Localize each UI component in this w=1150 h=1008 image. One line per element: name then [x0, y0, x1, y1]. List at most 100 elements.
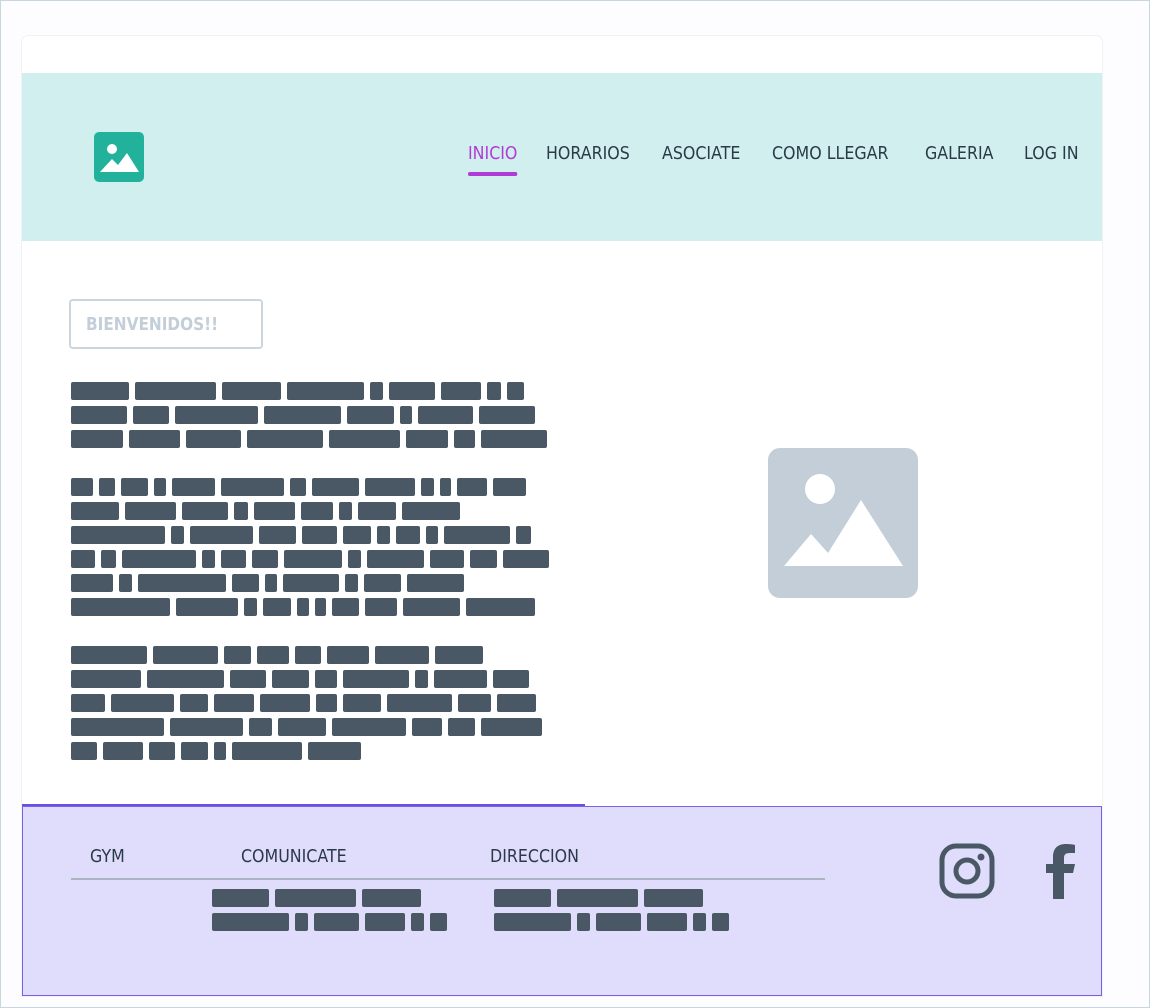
redacted-word — [557, 889, 638, 907]
redacted-word — [693, 913, 706, 931]
redacted-word — [186, 430, 241, 448]
redacted-word — [71, 502, 119, 520]
redacted-word — [190, 526, 253, 544]
redacted-word — [122, 550, 196, 568]
redacted-word — [101, 550, 116, 568]
redacted-word — [343, 694, 381, 712]
redacted-word — [212, 913, 289, 931]
redacted-word — [358, 502, 396, 520]
redacted-word — [283, 574, 339, 592]
redacted-word — [295, 646, 321, 664]
redacted-word — [224, 646, 251, 664]
redacted-word — [315, 670, 337, 688]
welcome-button-label: BIENVENIDOS!! — [86, 313, 219, 335]
redacted-word — [99, 478, 115, 496]
site-header: INICIO HORARIOS ASOCIATE COMO LLEGAR GAL… — [22, 73, 1102, 241]
text-line — [71, 523, 549, 547]
redacted-word — [387, 694, 452, 712]
redacted-word — [221, 550, 246, 568]
redacted-word — [180, 694, 208, 712]
redacted-word — [312, 478, 359, 496]
text-line — [71, 643, 542, 667]
redacted-word — [411, 913, 424, 931]
redacted-word — [348, 550, 361, 568]
redacted-word — [507, 382, 524, 400]
redacted-word — [406, 430, 448, 448]
footer-contact-text — [212, 886, 447, 934]
redacted-word — [259, 526, 296, 544]
redacted-word — [435, 646, 483, 664]
nav-item-asociate[interactable]: ASOCIATE — [662, 143, 740, 176]
redacted-word — [400, 406, 412, 424]
redacted-word — [257, 646, 289, 664]
redacted-word — [244, 598, 257, 616]
text-line — [71, 667, 542, 691]
welcome-button[interactable]: BIENVENIDOS!! — [69, 299, 263, 349]
redacted-word — [577, 913, 590, 931]
redacted-word — [264, 406, 341, 424]
redacted-word — [364, 574, 401, 592]
nav-item-como-llegar[interactable]: COMO LLEGAR — [772, 143, 888, 176]
nav-item-log-in[interactable]: LOG IN — [1024, 143, 1079, 176]
redacted-word — [290, 478, 306, 496]
redacted-word — [295, 913, 308, 931]
text-line — [212, 886, 447, 910]
redacted-word — [275, 889, 356, 907]
redacted-word — [362, 889, 421, 907]
redacted-word — [466, 598, 535, 616]
text-line — [71, 571, 549, 595]
text-line — [71, 475, 549, 499]
redacted-word — [516, 526, 531, 544]
redacted-word — [71, 406, 127, 424]
redacted-word — [430, 550, 464, 568]
redacted-word — [265, 574, 277, 592]
text-line — [71, 427, 547, 451]
redacted-word — [493, 478, 526, 496]
redacted-word — [202, 550, 215, 568]
redacted-word — [71, 694, 105, 712]
redacted-word — [407, 574, 464, 592]
nav-item-galeria[interactable]: GALERIA — [925, 143, 993, 176]
intro-paragraph-3 — [71, 643, 542, 763]
redacted-word — [71, 646, 147, 664]
text-line — [494, 910, 729, 934]
facebook-icon[interactable] — [1043, 843, 1079, 903]
redacted-word — [375, 646, 429, 664]
redacted-word — [301, 502, 333, 520]
intro-paragraph-1 — [71, 379, 547, 451]
redacted-word — [71, 742, 97, 760]
redacted-word — [138, 574, 226, 592]
redacted-word — [71, 550, 95, 568]
redacted-word — [426, 526, 438, 544]
main-nav: INICIO HORARIOS ASOCIATE COMO LLEGAR GAL… — [468, 143, 1086, 176]
redacted-word — [377, 526, 390, 544]
redacted-word — [71, 478, 93, 496]
nav-item-inicio[interactable]: INICIO — [468, 143, 518, 176]
redacted-word — [332, 718, 406, 736]
logo-image-icon[interactable] — [94, 132, 144, 182]
redacted-word — [121, 478, 148, 496]
redacted-word — [412, 718, 442, 736]
footer-heading-gym: GYM — [90, 846, 125, 867]
redacted-word — [644, 889, 703, 907]
redacted-word — [297, 598, 309, 616]
redacted-word — [458, 694, 491, 712]
redacted-word — [315, 598, 326, 616]
redacted-word — [481, 718, 542, 736]
redacted-word — [71, 430, 123, 448]
redacted-word — [503, 550, 549, 568]
redacted-word — [284, 550, 342, 568]
redacted-word — [153, 646, 218, 664]
nav-item-horarios[interactable]: HORARIOS — [546, 143, 630, 176]
redacted-word — [272, 670, 309, 688]
redacted-word — [249, 718, 272, 736]
redacted-word — [479, 406, 535, 424]
redacted-word — [314, 913, 359, 931]
text-line — [494, 886, 729, 910]
footer-address-text — [494, 886, 729, 934]
redacted-word — [214, 742, 226, 760]
redacted-word — [182, 502, 228, 520]
redacted-word — [278, 718, 326, 736]
instagram-icon[interactable] — [939, 843, 995, 903]
hero-image-placeholder-icon — [768, 448, 918, 598]
